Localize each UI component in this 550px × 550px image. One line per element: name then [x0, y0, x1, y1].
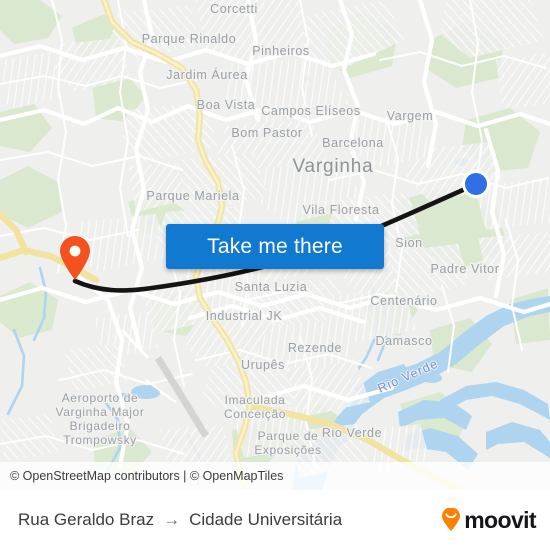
moovit-logo[interactable]: moovit [440, 506, 537, 534]
route-origin-label: Rua Geraldo Braz [18, 510, 155, 529]
route-destination-label: Cidade Universitária [189, 510, 343, 529]
route-arrow-icon: → [163, 510, 181, 529]
take-me-there-button[interactable]: Take me there [166, 224, 384, 269]
map-canvas[interactable]: Corcetti Parque Rinaldo Pinheiros Jardim… [0, 0, 550, 490]
map-attribution: © OpenStreetMap contributors | © OpenMap… [0, 462, 550, 490]
moovit-wordmark: moovit [464, 506, 536, 533]
route-summary: Rua Geraldo Braz → Cidade Universitária [18, 510, 440, 530]
moovit-pin-icon [442, 508, 461, 531]
footer-bar: Rua Geraldo Braz → Cidade Universitária … [0, 490, 550, 550]
moovit-route-card: Corcetti Parque Rinaldo Pinheiros Jardim… [0, 0, 550, 550]
